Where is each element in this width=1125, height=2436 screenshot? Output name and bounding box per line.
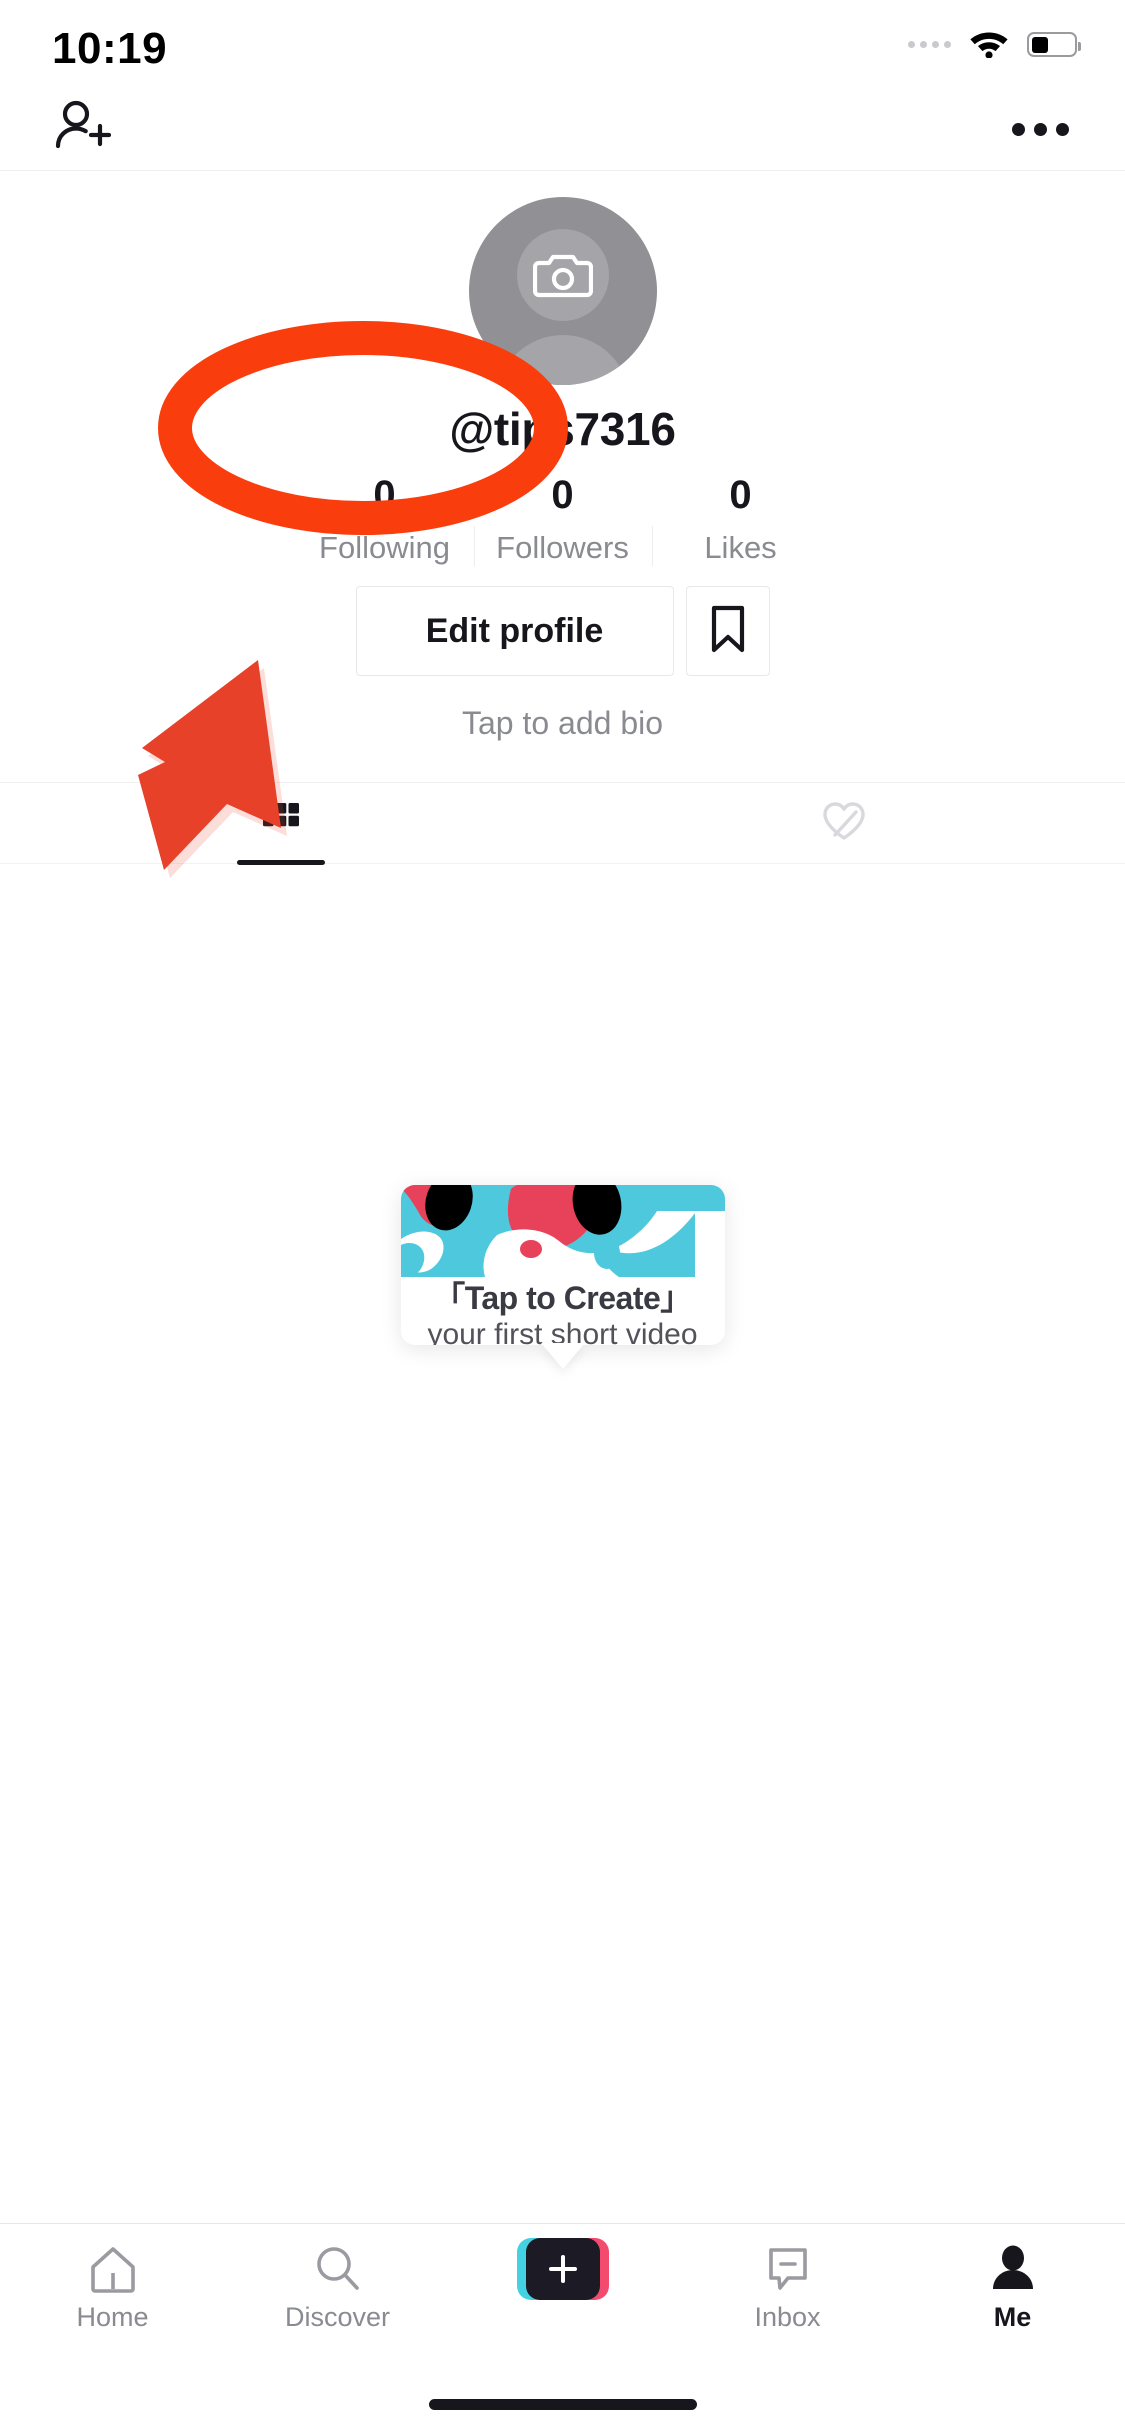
stat-likes-label: Likes <box>704 530 777 565</box>
nav-item-create[interactable] <box>450 2224 675 2302</box>
camera-icon <box>532 251 593 299</box>
avatar[interactable] <box>468 197 657 385</box>
create-plus-icon <box>516 2238 609 2300</box>
nav-item-inbox[interactable]: Inbox <box>675 2224 900 2333</box>
nav-item-discover[interactable]: Discover <box>225 2224 450 2333</box>
stat-likes-value: 0 <box>729 473 752 517</box>
status-bar-indicators <box>908 26 1081 63</box>
nav-item-home[interactable]: Home <box>0 2224 225 2333</box>
tab-active-underline <box>237 860 326 865</box>
more-options-icon <box>1011 123 1069 136</box>
create-tooltip-pointer <box>540 1343 585 1369</box>
nav-item-me[interactable]: Me <box>900 2224 1125 2333</box>
stat-following-label: Following <box>319 530 450 565</box>
nav-label-home: Home <box>76 2302 149 2332</box>
add-friends-button[interactable] <box>30 88 140 171</box>
status-bar-time: 10:19 <box>52 24 168 73</box>
tab-private-likes[interactable] <box>563 783 1125 863</box>
battery-icon <box>1027 32 1081 57</box>
avatar-person-shape <box>495 335 630 385</box>
stat-followers-label: Followers <box>496 530 629 565</box>
create-tooltip-subtitle: your first short video <box>427 1318 698 1345</box>
home-indicator <box>428 2399 697 2410</box>
person-icon <box>987 2242 1039 2296</box>
grid-icon <box>261 801 301 846</box>
more-options-button[interactable] <box>985 88 1095 171</box>
stat-following[interactable]: 0 Following <box>296 470 474 566</box>
stat-following-value: 0 <box>373 473 396 517</box>
create-tooltip-card[interactable]: 「Tap to Create」 your first short video <box>400 1185 725 1345</box>
tab-videos[interactable] <box>0 783 563 865</box>
search-icon <box>312 2242 364 2296</box>
stat-followers[interactable]: 0 Followers <box>473 470 652 566</box>
bio-placeholder[interactable]: Tap to add bio <box>0 705 1125 742</box>
bookmark-button[interactable] <box>685 586 770 676</box>
add-person-icon <box>54 99 116 160</box>
nav-label-discover: Discover <box>284 2302 391 2332</box>
home-icon <box>87 2242 139 2296</box>
paint-splash-artwork <box>400 1185 725 1277</box>
cellular-dots-icon <box>908 41 951 48</box>
stat-followers-value: 0 <box>551 473 574 517</box>
profile-stats: 0 Following 0 Followers 0 Likes <box>0 470 1125 566</box>
profile-actions: Edit profile <box>0 586 1125 676</box>
wifi-icon <box>967 26 1011 63</box>
stat-likes[interactable]: 0 Likes <box>651 470 830 566</box>
edit-profile-button[interactable]: Edit profile <box>355 586 674 676</box>
create-tooltip-title: 「Tap to Create」 <box>433 1280 692 1316</box>
nav-label-inbox: Inbox <box>754 2302 821 2332</box>
profile-username: @tips7316 <box>449 403 676 455</box>
profile-header <box>0 88 1125 171</box>
heart-slash-icon <box>820 799 868 848</box>
status-bar: 10:19 <box>0 0 1125 88</box>
bookmark-icon <box>709 605 747 658</box>
message-icon <box>762 2242 814 2296</box>
nav-label-me: Me <box>993 2302 1032 2332</box>
profile-tabs <box>0 782 1125 865</box>
bottom-navigation: Home Discover Inbox Me <box>0 2223 1125 2355</box>
